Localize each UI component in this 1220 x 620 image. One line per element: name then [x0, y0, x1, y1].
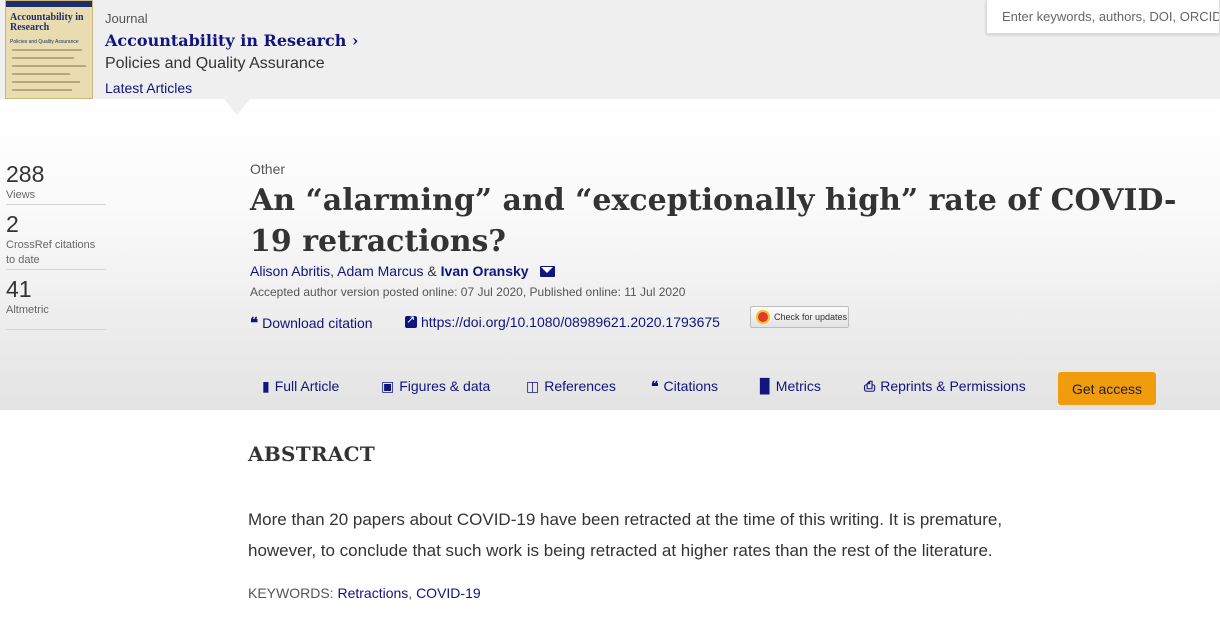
views-label: Views [6, 189, 36, 201]
get-access-button[interactable]: Get access [1058, 372, 1156, 405]
altmetric-label: Altmetric [6, 304, 49, 316]
journal-kicker: Journal [105, 11, 148, 26]
tab-reprints-permissions[interactable]: ⎙ Reprints & Permissions [864, 378, 1026, 395]
metric-crossref[interactable]: 2 CrossRef citations to date [6, 210, 106, 270]
journal-cover-image[interactable]: Accountability in Research Policies and … [5, 0, 93, 99]
article-title: An “alarming” and “exceptionally high” r… [250, 183, 1177, 259]
metric-altmetric[interactable]: 41 Altmetric [6, 275, 106, 330]
views-count: 288 [6, 161, 45, 187]
tab-full-article[interactable]: ▮ Full Article [262, 378, 339, 395]
image-icon: ▣ [381, 378, 395, 394]
corresponding-author-link[interactable]: Ivan Oransky [441, 263, 529, 279]
doi-link[interactable]: https://doi.org/10.1080/08989621.2020.17… [405, 313, 720, 330]
tab-figures-data[interactable]: ▣ Figures & data [381, 378, 490, 395]
author-list: Alison Abritis, Adam Marcus & Ivan Orans… [250, 263, 556, 279]
abstract-heading: ABSTRACT [248, 442, 376, 466]
bar-chart-icon: ▉ [760, 378, 771, 394]
check-for-updates-button[interactable]: Check for updates [750, 306, 849, 328]
journal-subtitle: Policies and Quality Assurance [105, 55, 325, 72]
keywords-label: KEYWORDS: [248, 585, 334, 601]
cover-subtitle: Policies and Quality Assurance [10, 39, 79, 45]
download-citation-link[interactable]: ❝ Download citation [250, 314, 373, 332]
altmetric-count: 41 [6, 276, 32, 302]
metric-views: 288 Views [6, 160, 106, 205]
journal-name-link[interactable]: Accountability in Research › [105, 31, 358, 50]
abstract-line: More than 20 papers about COVID-19 have … [248, 510, 1003, 529]
author-link[interactable]: Alison Abritis [250, 263, 330, 279]
keywords: KEYWORDS: Retractions, COVID-19 [248, 585, 481, 601]
latest-articles-link[interactable]: Latest Articles [105, 80, 192, 96]
external-link-icon [405, 313, 417, 328]
search-box[interactable] [986, 0, 1220, 34]
chevron-right-icon: › [351, 31, 359, 50]
book-icon: ◫ [526, 378, 540, 394]
publication-dates: Accepted author version posted online: 0… [250, 285, 686, 299]
cover-title: Accountability in Research [10, 12, 84, 33]
abstract-text: More than 20 papers about COVID-19 have … [248, 504, 1108, 566]
tab-metrics[interactable]: ▉ Metrics [760, 378, 821, 395]
document-icon: ▮ [262, 378, 270, 394]
journal-header: Accountability in Research Policies and … [0, 0, 1220, 99]
abstract-line: however, to conclude that such work is b… [248, 541, 993, 560]
quote-icon: ❝ [651, 379, 659, 395]
keyword-link[interactable]: Retractions [337, 585, 408, 601]
header-notch [224, 99, 250, 115]
crossmark-icon [756, 310, 770, 324]
tab-citations[interactable]: ❝ Citations [651, 378, 718, 395]
print-icon: ⎙ [864, 378, 876, 394]
search-input[interactable] [987, 0, 1219, 33]
keyword-link[interactable]: COVID-19 [416, 585, 481, 601]
author-link[interactable]: Adam Marcus [337, 263, 423, 279]
crossref-count: 2 [6, 211, 19, 237]
journal-name: Accountability in Research [105, 31, 347, 50]
crossref-label: CrossRef citations to date [6, 239, 96, 266]
article-metrics: 288 Views 2 CrossRef citations to date 4… [6, 160, 106, 330]
envelope-icon[interactable] [540, 266, 556, 277]
tab-references[interactable]: ◫ References [526, 378, 616, 395]
quote-icon: ❝ [250, 314, 259, 332]
article-type: Other [250, 161, 286, 177]
